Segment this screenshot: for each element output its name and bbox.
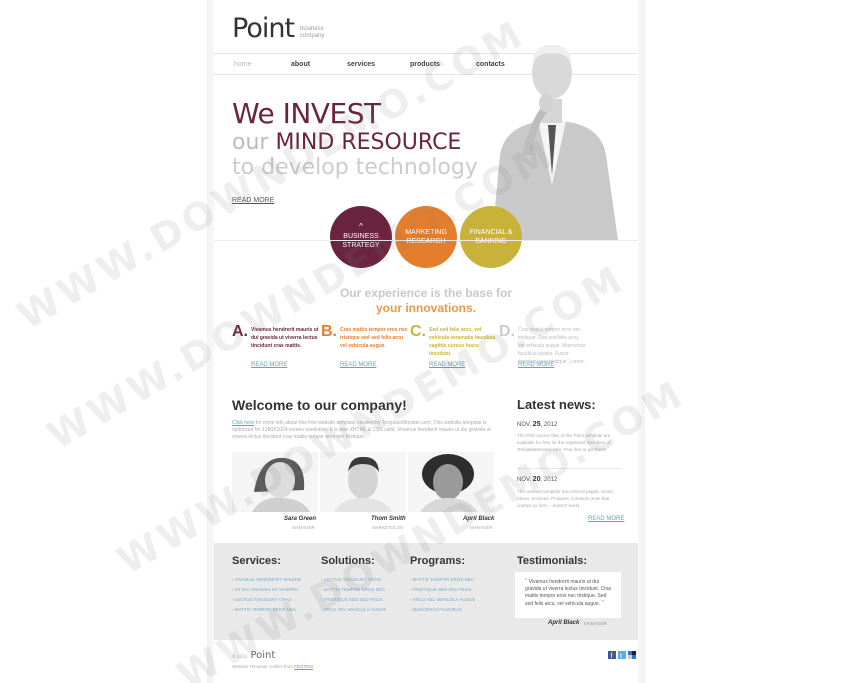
- team-role: MANAGER: [292, 525, 315, 530]
- programs-link[interactable]: ARCU VEL VEHICULA AUGUE: [410, 595, 476, 605]
- page: Point business company home about servic…: [214, 0, 638, 683]
- hero-subheading: our MIND RESOURCE: [232, 132, 461, 154]
- experience-title: Our experience is the base for your inno…: [214, 286, 638, 316]
- svg-text:t: t: [620, 653, 622, 659]
- circle-label-line1: MARKETING: [405, 229, 447, 236]
- logo-tagline: business company: [300, 26, 325, 39]
- services-link[interactable]: LECTUS TINCIDUNT CRAS: [232, 595, 301, 605]
- experience-text: Sed sed felis arcu, vel vehicula venenat…: [429, 327, 496, 357]
- solutions-link[interactable]: LECTUS TINCIDUNT CRAS: [321, 575, 386, 585]
- experience-read-more-link[interactable]: READ MORE: [429, 362, 465, 368]
- footer-credit: Website Template Collect from: [232, 664, 293, 669]
- news-day: 20: [532, 476, 541, 483]
- news-year: , 2012: [540, 477, 558, 483]
- welcome-text: Click here for more info about this free…: [232, 420, 492, 441]
- team-photo-april: [408, 452, 494, 512]
- news-text: The PSD source files of this Point templ…: [517, 433, 611, 452]
- testimonial-quote: “ Vivamus hendrerit mauris ut dui gravid…: [525, 578, 615, 608]
- team-role: MANAGER: [470, 525, 493, 530]
- team-name: Sara Green: [284, 516, 317, 522]
- hero-heading: We INVEST: [232, 97, 381, 130]
- programs-link[interactable]: MATTIS TEMPOR EROS NEC: [410, 575, 475, 585]
- svg-text:f: f: [611, 653, 613, 659]
- team-role: MARKETOLOG: [372, 525, 404, 530]
- solutions-link[interactable]: TRISTIQUE SED SED FELIS: [321, 595, 386, 605]
- nav-about[interactable]: about: [291, 61, 310, 68]
- facebook-icon[interactable]: f: [608, 651, 616, 659]
- logo-text: Point: [232, 13, 295, 44]
- team-name: April Black: [463, 516, 495, 522]
- experience-read-more-link[interactable]: READ MORE: [251, 362, 287, 368]
- team-photo-thom: [320, 452, 406, 512]
- caret-up-icon: ^: [359, 222, 363, 231]
- quote-open-icon: “: [525, 578, 528, 585]
- news-year: , 2012: [540, 422, 558, 428]
- news-date: NOV. 25, 2012: [517, 421, 557, 428]
- welcome-click-here-link[interactable]: Click here: [232, 420, 254, 426]
- news-date: NOV. 20, 2012: [517, 476, 557, 483]
- news-month: NOV.: [517, 477, 532, 483]
- services-link[interactable]: MATTIS TEMPOR EROS NEC: [232, 605, 301, 615]
- nav-home[interactable]: home: [234, 61, 252, 68]
- testimonial-author: April Black: [548, 620, 580, 626]
- team-name: Thom Smith: [371, 516, 406, 522]
- experience-text: Cras mattis tempor eros nec tristique se…: [340, 327, 408, 349]
- footer-copyright: © 2012: [232, 654, 248, 659]
- news-text: This website template has several pages:…: [517, 489, 615, 508]
- footer-logo: © 2012 Point: [232, 650, 275, 661]
- quote-close-icon: ”: [601, 600, 604, 607]
- experience-title-line1: Our experience is the base for: [339, 286, 513, 300]
- news-divider: [517, 468, 621, 469]
- testimonial-text: Vivamus hendrerit mauris ut dui gravida …: [525, 579, 612, 607]
- delicious-icon[interactable]: [628, 651, 636, 659]
- programs-title: Programs:: [410, 555, 466, 567]
- services-link[interactable]: UT DUI GRAVIDA UT VIVERRA: [232, 585, 301, 595]
- services-title: Services:: [232, 555, 281, 567]
- experience-letter: B.: [321, 323, 337, 340]
- nav-services[interactable]: services: [347, 61, 375, 68]
- experience-text: Vivamus hendrerit mauris ut dui gravida …: [251, 327, 319, 349]
- experience-text: Cras mattis tempor eros nec tristique. S…: [518, 327, 586, 365]
- services-list: VIVAMUS HENDRERIT MAURIS UT DUI GRAVIDA …: [232, 575, 301, 615]
- footer-credit-link[interactable]: FEOTEM: [294, 664, 313, 669]
- programs-list: MATTIS TEMPOR EROS NEC TRISTIQUE SED SED…: [410, 575, 476, 615]
- programs-link[interactable]: TRISTIQUE SED SED FELIS: [410, 585, 475, 595]
- footer-text: Website Template Collect from FEOTEM: [232, 664, 313, 669]
- testimonials-title: Testimonials:: [517, 555, 588, 567]
- hero-read-more-link[interactable]: READ MORE: [232, 197, 274, 204]
- solutions-link[interactable]: MATTIS TEMPOR EROS NEC: [321, 585, 386, 595]
- testimonial-box: “ Vivamus hendrerit mauris ut dui gravid…: [515, 572, 621, 618]
- experience-title-line2: your innovations.: [375, 301, 476, 315]
- hero-subheading-light: our: [232, 130, 269, 155]
- nav-products[interactable]: products: [410, 61, 440, 68]
- testimonial-role: MANAGER: [584, 621, 607, 626]
- team-photos: [232, 452, 494, 512]
- solutions-list: LECTUS TINCIDUNT CRAS MATTIS TEMPOR EROS…: [321, 575, 387, 615]
- experience-letter: A.: [232, 323, 248, 340]
- footer-logo-text: Point: [250, 650, 276, 661]
- experience-letter: C.: [410, 323, 426, 340]
- news-day: 25: [532, 421, 541, 428]
- experience-read-more-link[interactable]: READ MORE: [518, 362, 554, 368]
- team-photo-sara: [232, 452, 318, 512]
- welcome-body: for more info about this free website te…: [232, 420, 491, 440]
- news-read-more-link[interactable]: READ MORE: [588, 516, 624, 522]
- circle-label-line1: FINANCIAL &: [469, 229, 513, 236]
- services-link[interactable]: VIVAMUS HENDRERIT MAURIS: [232, 575, 301, 585]
- latest-news-title: Latest news:: [517, 397, 596, 412]
- twitter-icon[interactable]: t: [618, 651, 626, 659]
- solutions-link[interactable]: ARCU VEL VEHICULA AUGUE: [321, 605, 387, 615]
- welcome-title: Welcome to our company!: [232, 397, 407, 413]
- solutions-title: Solutions:: [321, 555, 375, 567]
- experience-letter: D.: [499, 323, 515, 340]
- hero-subheading-accent: MIND RESOURCE: [275, 130, 462, 155]
- programs-link[interactable]: MAECENAS FAUCIBUS: [410, 605, 475, 615]
- experience-read-more-link[interactable]: READ MORE: [340, 362, 376, 368]
- hero-tagline: to develop technology: [232, 155, 478, 180]
- news-month: NOV.: [517, 422, 532, 428]
- logo[interactable]: Point business company: [232, 14, 340, 44]
